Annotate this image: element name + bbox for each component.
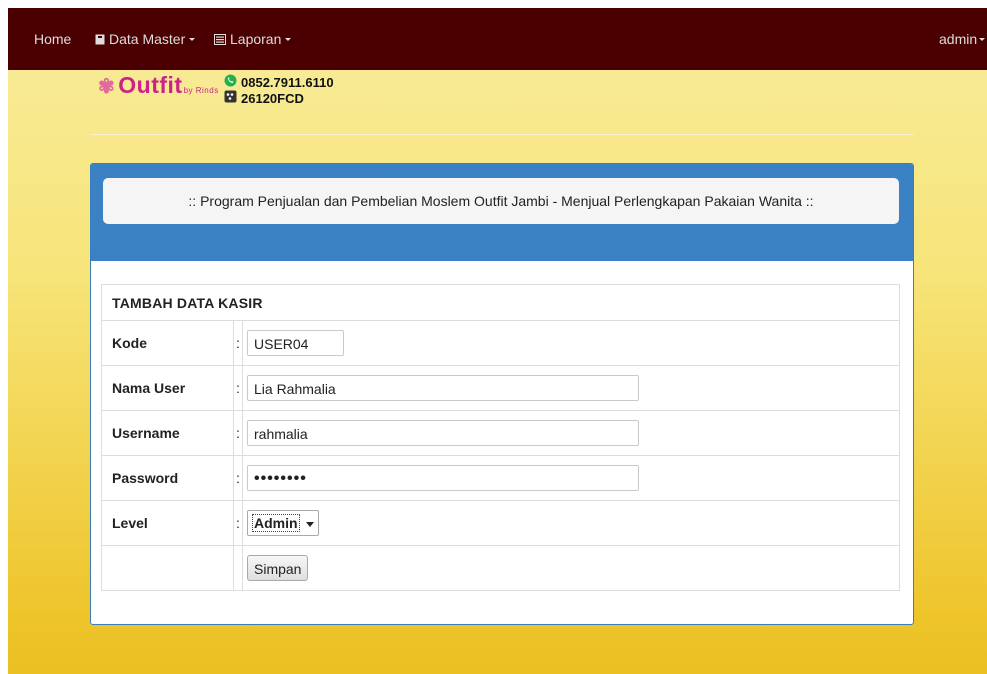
field-colon: : xyxy=(233,500,243,546)
list-icon xyxy=(214,32,226,48)
form-row-kode: Kode : USER04 xyxy=(101,320,900,366)
dropdown-arrow-icon xyxy=(305,515,314,531)
nama-user-input[interactable]: Lia Rahmalia xyxy=(247,375,639,401)
header-divider xyxy=(90,134,914,135)
phone-number: 0852.7911.6110 xyxy=(241,74,334,90)
book-icon xyxy=(95,32,105,48)
flower-icon: ✾ xyxy=(98,76,116,98)
empty-cell xyxy=(101,545,234,591)
field-colon: : xyxy=(233,410,243,456)
user-menu[interactable]: admin xyxy=(939,31,986,47)
empty-cell xyxy=(233,545,243,591)
contact-info: 0852.7911.6110 26120FCD xyxy=(224,74,334,106)
brand-logo: ✾ Outfitby Rinds xyxy=(98,72,219,99)
whatsapp-icon xyxy=(224,74,237,90)
field-colon: : xyxy=(233,455,243,501)
username-input[interactable]: rahmalia xyxy=(247,420,639,446)
nav-home-link[interactable]: Home xyxy=(34,31,71,47)
form-row-username: Username : rahmalia xyxy=(101,410,900,456)
form-row-nama-user: Nama User : Lia Rahmalia xyxy=(101,365,900,411)
form-row-submit: Simpan xyxy=(101,545,900,591)
bbm-pin: 26120FCD xyxy=(241,90,304,106)
field-colon: : xyxy=(233,365,243,411)
field-label: Password xyxy=(101,455,234,501)
app-window: Home Data Master Laporan admin ✾ Outfitby… xyxy=(8,8,987,674)
field-label: Kode xyxy=(101,320,234,366)
field-label: Username xyxy=(101,410,234,456)
program-banner: :: Program Penjualan dan Pembelian Mosle… xyxy=(103,178,899,224)
field-label: Nama User xyxy=(101,365,234,411)
panel-heading: :: Program Penjualan dan Pembelian Mosle… xyxy=(91,164,913,261)
nav-menu-data-master[interactable]: Data Master xyxy=(95,31,196,48)
bbm-icon xyxy=(224,90,237,106)
caret-down-icon xyxy=(189,38,196,41)
add-cashier-form: TAMBAH DATA KASIR Kode : USER04 Nama Use… xyxy=(101,284,900,591)
field-colon: : xyxy=(233,320,243,366)
form-row-password: Password : •••••••• xyxy=(101,455,900,501)
nav-menu-label: Data Master xyxy=(109,31,186,47)
brand-logo-text: Outfit xyxy=(118,72,183,98)
nav-menu-laporan[interactable]: Laporan xyxy=(214,31,292,48)
form-row-level: Level : Admin xyxy=(101,500,900,546)
password-input[interactable]: •••••••• xyxy=(247,465,639,491)
brand-logo-byline: by Rinds xyxy=(183,86,219,95)
caret-down-icon xyxy=(285,38,292,41)
nav-menu-label: Laporan xyxy=(230,31,282,47)
form-title: TAMBAH DATA KASIR xyxy=(101,284,900,321)
level-selected-value: Admin xyxy=(252,514,300,532)
field-label: Level xyxy=(101,500,234,546)
navbar: Home Data Master Laporan admin xyxy=(8,8,987,70)
simpan-button[interactable]: Simpan xyxy=(247,555,309,581)
main-panel: :: Program Penjualan dan Pembelian Mosle… xyxy=(90,163,914,625)
user-menu-label: admin xyxy=(939,31,978,47)
level-select[interactable]: Admin xyxy=(247,510,319,536)
kode-input[interactable]: USER04 xyxy=(247,330,344,356)
caret-down-icon xyxy=(979,38,986,41)
form-title-row: TAMBAH DATA KASIR xyxy=(101,284,900,321)
